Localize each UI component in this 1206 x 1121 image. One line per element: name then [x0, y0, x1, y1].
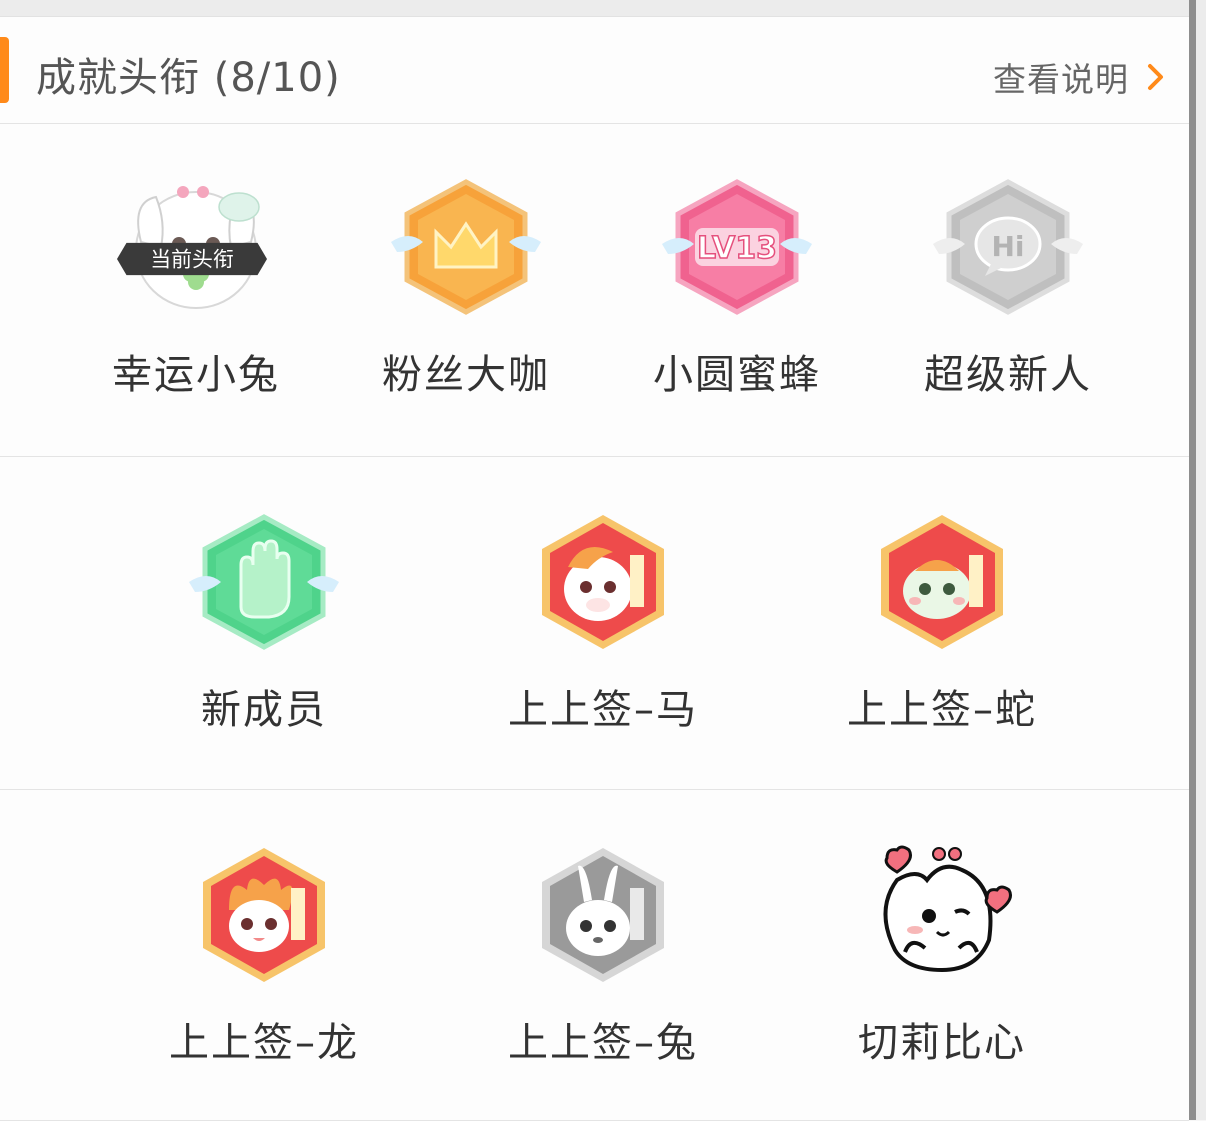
badge-row-3: 上上签–龙 上上签–兔 切莉比心	[0, 790, 1189, 1121]
achievement-panel: 成就头衔 (8/10) 查看说明 当前头衔 幸运小兔 粉丝大咖 LV13 小圆蜜…	[0, 17, 1189, 1121]
badge-item[interactable]: LV13 小圆蜜蜂	[617, 172, 857, 400]
badge-label: 上上签–兔	[508, 1020, 698, 1066]
hi-hexagon-icon: Hi	[933, 172, 1083, 322]
rabbit-hexagon-icon	[528, 840, 678, 990]
svg-text:当前头衔: 当前头衔	[150, 248, 234, 272]
chevron-right-icon	[1148, 64, 1163, 90]
top-strip	[0, 0, 1190, 17]
badge-item[interactable]: 上上签–蛇	[822, 507, 1062, 735]
scrollbar-track	[1196, 0, 1206, 1120]
badge-item[interactable]: 当前头衔 幸运小兔	[76, 172, 316, 400]
heart-bunny-icon	[867, 840, 1017, 990]
scrollbar[interactable]	[1189, 0, 1196, 1120]
badge-label: 上上签–马	[508, 687, 698, 733]
badge-row-2: 新成员 上上签–马 上上签–蛇	[0, 457, 1189, 790]
badge-item[interactable]: 上上签–龙	[144, 840, 384, 1068]
badge-label: 幸运小兔	[112, 352, 280, 398]
badge-label: 切莉比心	[858, 1020, 1026, 1066]
section-title: 成就头衔 (8/10)	[36, 55, 341, 101]
badge-item[interactable]: 上上签–马	[483, 507, 723, 735]
snake-hexagon-icon	[867, 507, 1017, 657]
badge-label: 上上签–蛇	[847, 687, 1037, 733]
crown-hexagon-icon	[391, 172, 541, 322]
accent-bar	[0, 37, 9, 103]
badge-label: 上上签–龙	[169, 1020, 359, 1066]
view-instructions-link[interactable]: 查看说明	[993, 53, 1171, 101]
badge-row-1: 当前头衔 幸运小兔 粉丝大咖 LV13 小圆蜜蜂 Hi 超级新人	[0, 124, 1189, 457]
badge-item[interactable]: Hi 超级新人	[888, 172, 1128, 400]
lv13-hexagon-icon: LV13	[662, 172, 812, 322]
lucky-bunny-icon: 当前头衔	[117, 172, 271, 322]
section-header: 成就头衔 (8/10) 查看说明	[0, 17, 1189, 124]
badge-item[interactable]: 切莉比心	[822, 840, 1062, 1068]
badge-item[interactable]: 粉丝大咖	[346, 172, 586, 400]
badge-item[interactable]: 新成员	[144, 507, 384, 735]
dragon-hexagon-icon	[189, 840, 339, 990]
waving-hand-hexagon-icon	[189, 507, 339, 657]
badge-label: 超级新人	[924, 352, 1092, 398]
current-title-tag: 当前头衔	[117, 242, 267, 276]
badge-item[interactable]: 上上签–兔	[483, 840, 723, 1068]
svg-text:Hi: Hi	[991, 230, 1024, 263]
horse-hexagon-icon	[528, 507, 678, 657]
badge-label: 新成员	[201, 687, 327, 733]
badge-label: 小圆蜜蜂	[653, 352, 821, 398]
badge-label: 粉丝大咖	[382, 352, 550, 398]
view-instructions-label: 查看说明	[993, 60, 1129, 99]
svg-text:LV13: LV13	[697, 231, 777, 266]
